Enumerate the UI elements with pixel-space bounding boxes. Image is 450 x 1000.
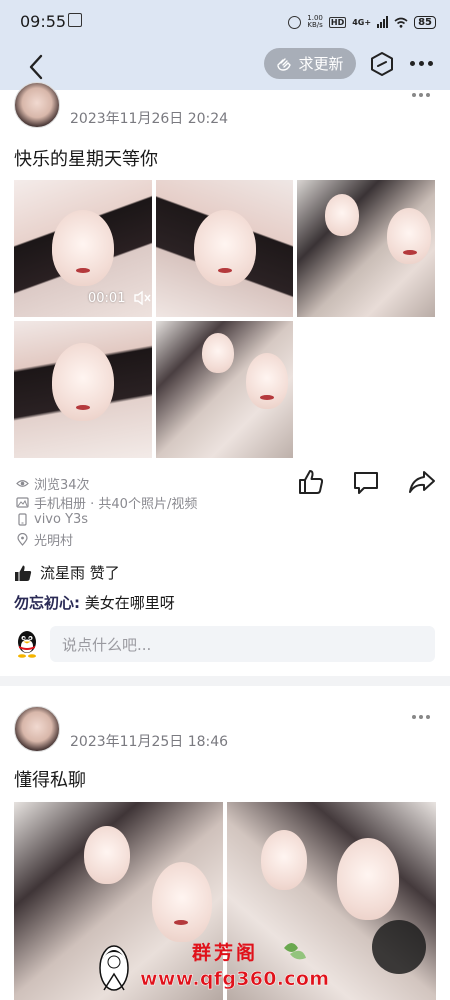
- post-more-button[interactable]: [412, 93, 434, 99]
- floating-play-button[interactable]: [372, 920, 426, 974]
- post-location[interactable]: 光明村: [16, 530, 73, 549]
- location-label: 光明村: [34, 534, 74, 549]
- watermark-url: www.qfg360.com: [140, 968, 330, 991]
- post-text: 快乐的星期天等你: [14, 149, 158, 170]
- post-photo[interactable]: [156, 180, 293, 317]
- post-views: 浏览34次: [16, 474, 90, 493]
- post-card: 2023年11月26日 20:24 快乐的星期天等你 00:01 浏览34次 手…: [0, 0, 450, 680]
- like-button[interactable]: [297, 468, 325, 496]
- post-divider: [0, 676, 450, 686]
- post-more-button[interactable]: [412, 715, 434, 721]
- comment-text: 美女在哪里呀: [80, 594, 175, 612]
- phone-icon: [18, 513, 27, 526]
- location-pin-icon: [17, 533, 28, 546]
- comment-line: 勿忘初心: 美女在哪里呀: [14, 592, 175, 613]
- thumbs-up-icon: [15, 565, 32, 581]
- comment-input-placeholder: 说点什么吧...: [62, 635, 152, 654]
- post-text: 懂得私聊: [14, 770, 86, 791]
- post-photo[interactable]: [14, 321, 152, 458]
- qq-penguin-icon: [18, 631, 36, 658]
- comment-input[interactable]: 说点什么吧...: [50, 626, 435, 662]
- likes-line: 流星雨 赞了: [14, 562, 120, 583]
- mute-icon: [134, 290, 152, 306]
- post-source: 手机相册 · 共40个照片/视频: [16, 493, 197, 512]
- post-video-thumbnail[interactable]: 00:01: [14, 180, 152, 317]
- post-time: 2023年11月25日 18:46: [70, 734, 229, 750]
- post-time: 2023年11月26日 20:24: [70, 111, 229, 127]
- eye-icon: [16, 480, 29, 487]
- post-photo[interactable]: [156, 321, 293, 458]
- views-count: 浏览34次: [34, 478, 90, 493]
- device-label: vivo Y3s: [34, 512, 89, 527]
- comment-button[interactable]: [352, 468, 380, 496]
- post-device: vivo Y3s: [16, 512, 88, 527]
- avatar[interactable]: [14, 82, 60, 128]
- post-photo[interactable]: [297, 180, 435, 317]
- video-badge: 00:01: [88, 290, 152, 306]
- source-label: 手机相册 · 共40个照片/视频: [34, 497, 198, 512]
- comment-author[interactable]: 勿忘初心:: [14, 594, 80, 612]
- album-icon: [16, 497, 29, 508]
- likes-text[interactable]: 流星雨 赞了: [40, 562, 120, 583]
- share-button[interactable]: [408, 468, 436, 496]
- video-duration: 00:01: [88, 290, 126, 306]
- avatar[interactable]: [14, 706, 60, 752]
- watermark-brand: 群芳阁: [192, 942, 259, 964]
